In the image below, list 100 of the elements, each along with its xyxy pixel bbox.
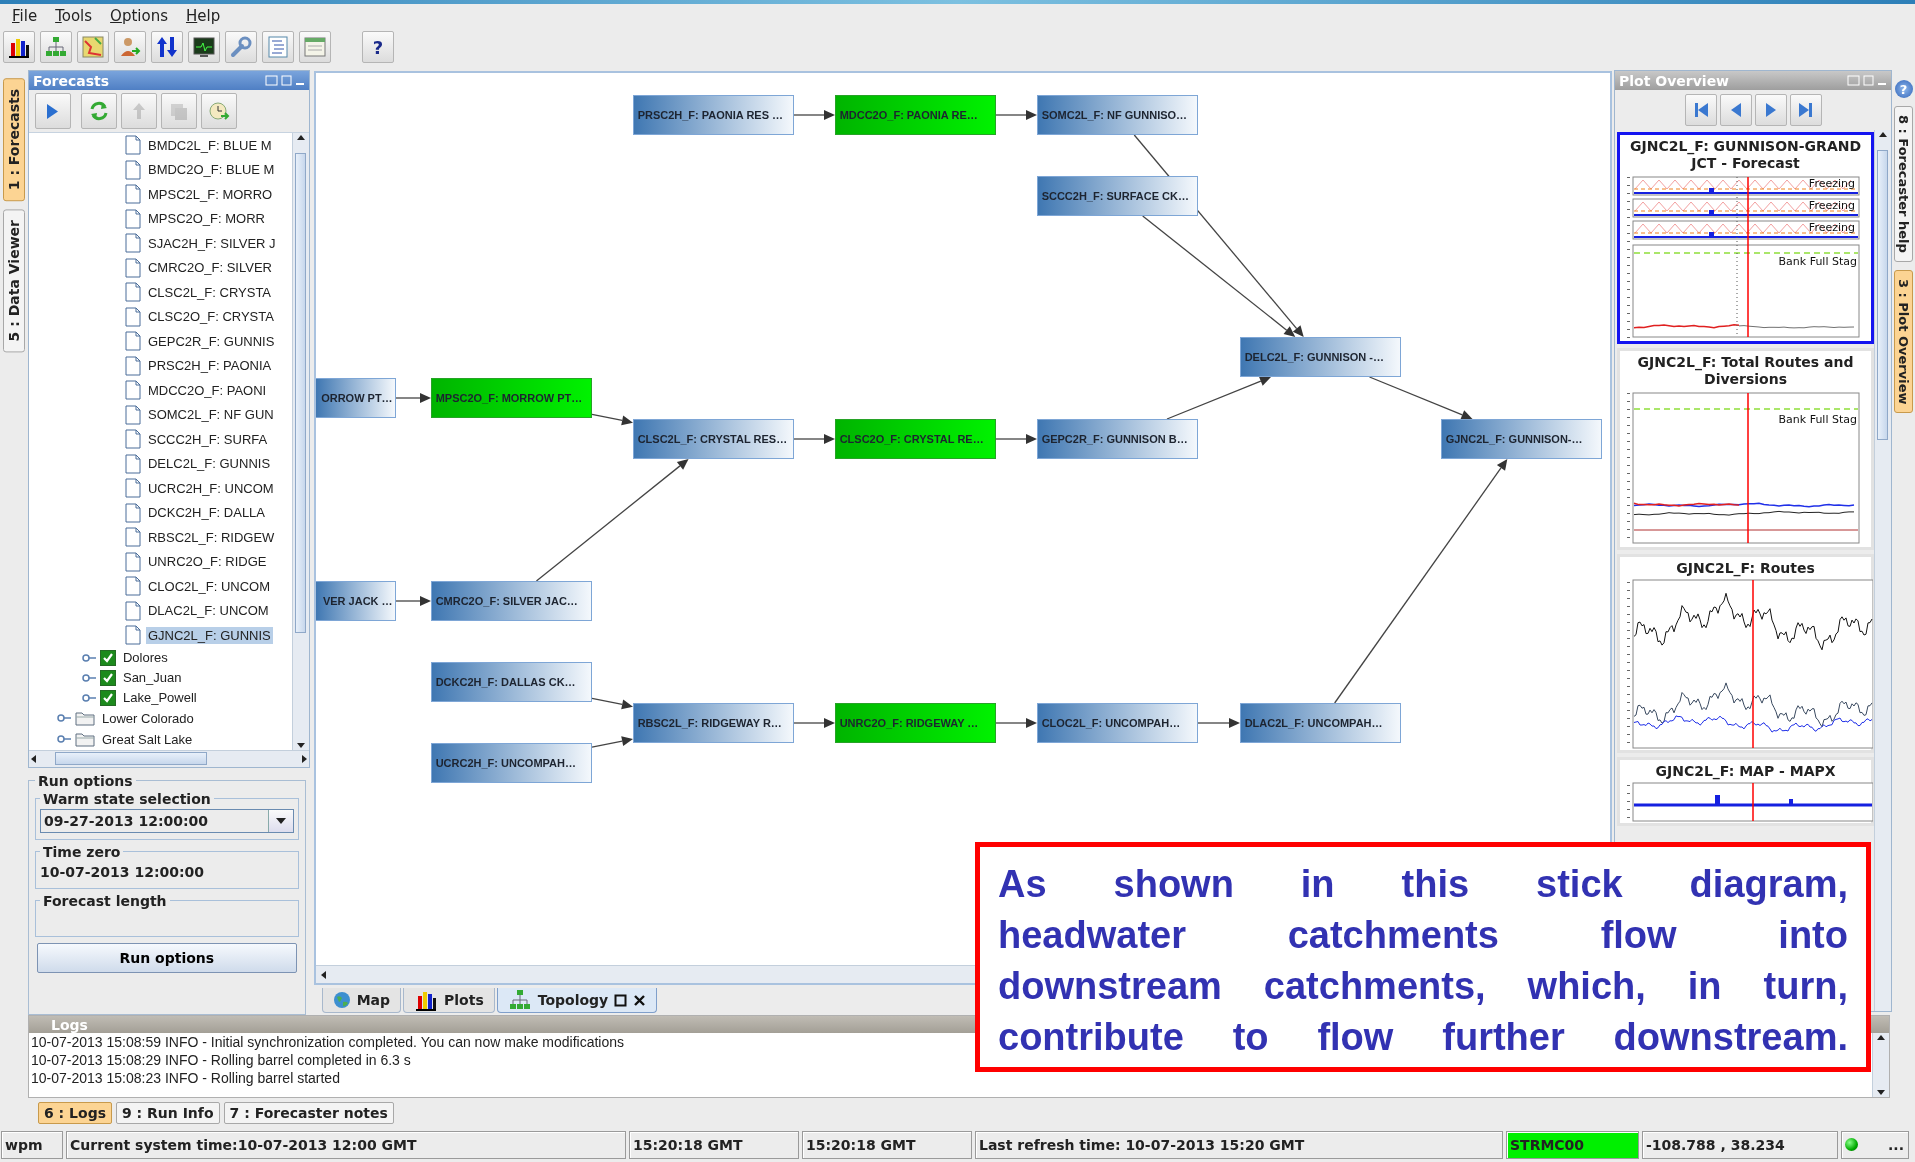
catchment-node[interactable]: DLAC2L_F: UNCOMPAH… [1239, 703, 1401, 743]
toolbar-button[interactable] [188, 31, 220, 63]
maximize-icon[interactable] [614, 993, 628, 1007]
file-icon [124, 184, 141, 205]
nav-button[interactable] [1719, 94, 1752, 126]
scroll-thumb[interactable] [294, 153, 306, 633]
menu-item[interactable]: Options [102, 7, 176, 25]
tool-button[interactable] [34, 93, 71, 129]
catchment-node[interactable]: MPSC2O_F: MORROW PT… [430, 378, 592, 418]
nav-button[interactable] [1789, 94, 1822, 126]
catchment-node[interactable]: DCKC2H_F: DALLAS CK… [430, 662, 592, 702]
file-icon [124, 429, 141, 450]
plot-card[interactable]: GJNC2L_F: GUNNISON-GRAND JCT - Forecast Freezing Freezing Freezing Bank Full Stag [1617, 132, 1875, 344]
vertical-scrollbar[interactable] [291, 133, 309, 750]
tree-item[interactable]: San_Juan [120, 669, 184, 686]
tree-item[interactable]: SCCC2H_F: SURFA [145, 430, 270, 448]
side-tab[interactable]: 5 : Data Viewer [3, 209, 25, 353]
expand-handle-icon[interactable] [56, 713, 71, 723]
checkbox[interactable] [99, 669, 116, 686]
tree-item[interactable]: SOMC2L_F: NF GUN [145, 406, 276, 424]
flow-arrow [591, 697, 633, 710]
tree-item[interactable]: MDCC2O_F: PAONI [145, 381, 269, 399]
catchment-node[interactable]: SCCC2H_F: SURFACE CK… [1036, 176, 1198, 216]
run-options-button[interactable]: Run options [36, 942, 297, 973]
close-icon[interactable] [633, 993, 647, 1007]
catchment-node[interactable]: UNRC2O_F: RIDGEWAY … [834, 703, 996, 743]
tree-item[interactable]: GEPC2R_F: GUNNIS [145, 332, 277, 350]
expand-handle-icon[interactable] [81, 692, 96, 703]
tree-item[interactable]: MPSC2L_F: MORRO [145, 185, 275, 203]
tree-item[interactable]: BMDC2L_F: BLUE M [145, 136, 274, 154]
warm-state-dropdown[interactable]: 09-27-2013 12:00:00 [39, 808, 294, 833]
plot-card[interactable]: GJNC2L_F: Total Routes and Diversions Bank Full Stag [1617, 348, 1875, 550]
nav-button[interactable] [1684, 94, 1717, 126]
catchment-node[interactable]: CLOC2L_F: UNCOMPAH… [1036, 703, 1198, 743]
tree-item[interactable]: RBSC2L_F: RIDGEW [145, 528, 277, 546]
toolbar-button[interactable] [151, 31, 183, 63]
tree-item[interactable]: UCRC2H_F: UNCOM [145, 479, 276, 497]
catchment-node[interactable]: CLSC2L_F: CRYSTAL RES… [632, 419, 794, 459]
scroll-thumb[interactable] [1877, 150, 1889, 440]
tool-button[interactable] [200, 93, 237, 129]
side-tab[interactable]: 3 : Plot Overview [1894, 269, 1913, 414]
expand-handle-icon[interactable] [81, 652, 96, 663]
tree-item[interactable]: MPSC2O_F: MORR [145, 210, 267, 228]
scroll-thumb[interactable] [54, 752, 207, 765]
side-tab[interactable]: 1 : Forecasts [3, 78, 25, 202]
plot-card[interactable]: GJNC2L_F: Routes [1617, 554, 1875, 753]
checkbox[interactable] [99, 649, 116, 666]
tree-item[interactable]: Lake_Powell [120, 689, 199, 706]
vertical-scrollbar[interactable] [1874, 130, 1892, 1011]
tree-item[interactable]: SJAC2H_F: SILVER J [145, 234, 278, 252]
toolbar-button[interactable] [3, 31, 35, 63]
catchment-node[interactable]: VER JACK … [315, 581, 396, 621]
catchment-node[interactable]: SOMC2L_F: NF GUNNISO… [1036, 95, 1198, 135]
menu-item[interactable]: Help [178, 7, 229, 25]
checkbox[interactable] [99, 689, 116, 706]
catchment-node[interactable]: MDCC2O_F: PAONIA RE… [834, 95, 996, 135]
catchment-node[interactable]: UCRC2H_F: UNCOMPAH… [430, 743, 592, 783]
tree-item[interactable]: CMRC2O_F: SILVER [145, 259, 274, 277]
view-tab[interactable]: Map [321, 988, 402, 1013]
catchment-node[interactable]: RBSC2L_F: RIDGEWAY R… [632, 703, 794, 743]
file-icon [124, 331, 141, 352]
bottom-tab[interactable]: 7 : Forecaster notes [223, 1101, 394, 1124]
help-button[interactable]: ? [362, 31, 394, 63]
expand-handle-icon[interactable] [56, 734, 71, 744]
tree-item[interactable]: CLOC2L_F: UNCOM [145, 577, 273, 595]
tree-item[interactable]: CLSC2O_F: CRYSTA [145, 308, 276, 326]
view-tab[interactable]: Topology [496, 988, 658, 1013]
tree-item[interactable]: Great Salt Lake [99, 730, 195, 748]
catchment-node[interactable]: PRSC2H_F: PAONIA RES … [632, 95, 794, 135]
horizontal-scrollbar[interactable] [28, 749, 309, 767]
tree-item[interactable]: PRSC2H_F: PAONIA [145, 357, 274, 375]
tree-item[interactable]: Lower Colorado [99, 709, 196, 727]
tree-item[interactable]: UNRC2O_F: RIDGE [145, 553, 269, 571]
bottom-tab[interactable]: 6 : Logs [38, 1101, 112, 1124]
tree-item[interactable]: Dolores [120, 649, 170, 666]
bottom-tab[interactable]: 9 : Run Info [116, 1101, 220, 1124]
side-tab[interactable]: 8 : Forecaster help [1894, 106, 1913, 262]
field-label: Warm state selection [41, 790, 212, 807]
catchment-node[interactable]: ORROW PT… [315, 378, 396, 418]
catchment-node[interactable]: GJNC2L_F: GUNNISON-… [1440, 419, 1602, 459]
catchment-node[interactable]: CMRC2O_F: SILVER JAC… [430, 581, 592, 621]
tree-item[interactable]: DLAC2L_F: UNCOM [145, 602, 271, 620]
tree-item[interactable]: DELC2L_F: GUNNIS [145, 455, 273, 473]
expand-handle-icon[interactable] [81, 672, 96, 683]
tree-item[interactable]: BMDC2O_F: BLUE M [145, 161, 277, 179]
tree-item[interactable]: CLSC2L_F: CRYSTA [145, 283, 274, 301]
nav-button[interactable] [1754, 94, 1787, 126]
catchment-node[interactable]: GEPC2R_F: GUNNISON B… [1036, 419, 1198, 459]
tree-item[interactable]: DCKC2H_F: DALLA [145, 504, 267, 522]
view-tab[interactable]: Plots [403, 988, 495, 1013]
flow-arrow [591, 736, 633, 748]
menu-item[interactable]: File [4, 7, 46, 25]
tree-item[interactable]: GJNC2L_F: GUNNIS [145, 626, 273, 644]
menu-item[interactable]: Tools [47, 7, 101, 25]
vertical-scrollbar[interactable] [1872, 1033, 1889, 1097]
catchment-node[interactable]: CLSC2O_F: CRYSTAL RE… [834, 419, 996, 459]
catchment-node[interactable]: DELC2L_F: GUNNISON -… [1239, 337, 1401, 377]
hierarchy-icon [44, 35, 68, 59]
plot-card[interactable]: GJNC2L_F: MAP - MAPX [1617, 757, 1875, 826]
tool-button[interactable] [80, 93, 117, 129]
